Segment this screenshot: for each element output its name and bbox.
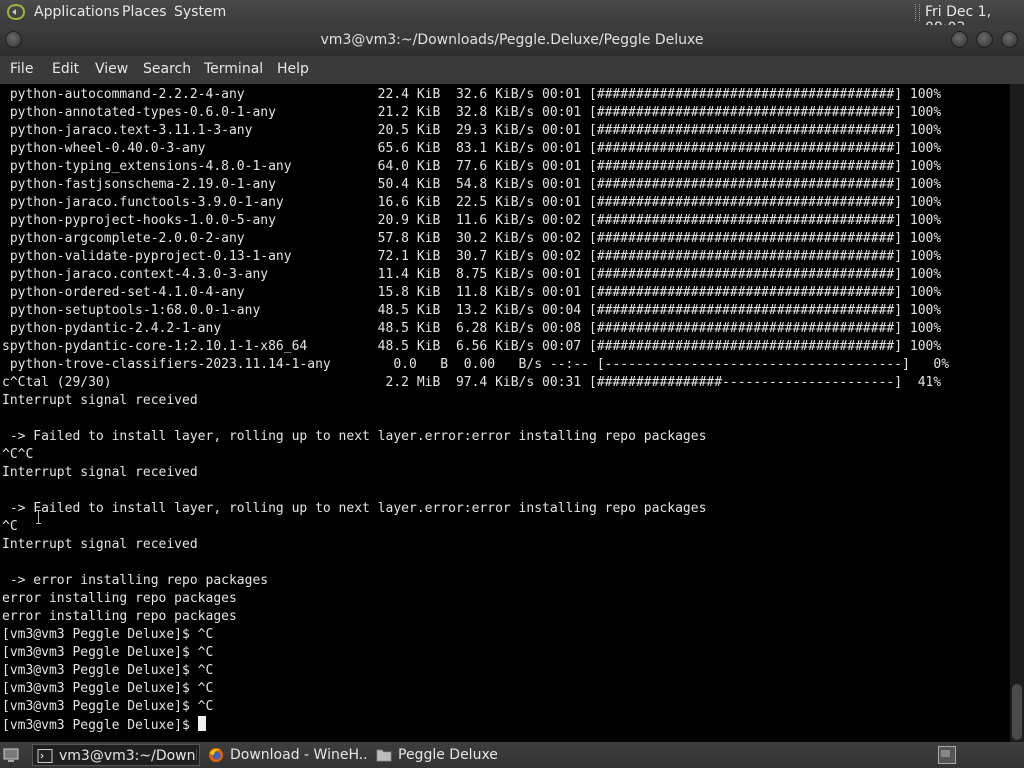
terminal-line: python-argcomplete-2.0.0-2-any 57.8 KiB …	[2, 231, 942, 246]
maximize-button[interactable]	[976, 31, 993, 48]
menu-file[interactable]: File	[10, 61, 33, 77]
terminal-line: python-wheel-0.40.0-3-any 65.6 KiB 83.1 …	[2, 141, 942, 156]
terminal-line: python-fastjsonschema-2.19.0-1-any 50.4 …	[2, 177, 942, 192]
terminal-line: [vm3@vm3 Peggle Deluxe]$ ^C	[2, 627, 214, 642]
scrollbar-thumb[interactable]	[1012, 684, 1022, 740]
terminal-icon	[37, 749, 53, 763]
menu-terminal[interactable]: Terminal	[204, 61, 263, 77]
top-panel: Applications Places System Fri Dec 1, 08…	[0, 0, 1024, 36]
terminal-line: python-validate-pyproject-0.13-1-any 72.…	[2, 249, 942, 264]
folder-icon	[376, 749, 392, 762]
terminal-line: python-autocommand-2.2.2-4-any 22.4 KiB …	[2, 87, 942, 102]
terminal-line: python-jaraco.context-4.3.0-3-any 11.4 K…	[2, 267, 942, 282]
terminal-line: error installing repo packages	[2, 609, 237, 624]
terminal-line: Interrupt signal received	[2, 465, 198, 480]
terminal-line: python-jaraco.functools-3.9.0-1-any 16.6…	[2, 195, 942, 210]
terminal-line: -> Failed to install layer, rolling up t…	[2, 429, 707, 444]
minimize-button[interactable]	[951, 31, 968, 48]
show-desktop-icon	[3, 748, 19, 762]
taskbar-item-terminal[interactable]: vm3@vm3:~/Downl...	[32, 744, 200, 766]
terminal-line: error installing repo packages	[2, 591, 237, 606]
terminal-scrollbar[interactable]	[1010, 84, 1024, 742]
terminal-line: python-pyproject-hooks-1.0.0-5-any 20.9 …	[2, 213, 942, 228]
firefox-icon	[209, 748, 223, 762]
terminal-line: Interrupt signal received	[2, 393, 198, 408]
places-menu[interactable]: Places	[122, 4, 167, 20]
terminal-line: -> Failed to install layer, rolling up t…	[2, 501, 707, 516]
terminal-lines: python-autocommand-2.2.2-4-any 22.4 KiB …	[2, 86, 949, 734]
terminal-output[interactable]: python-autocommand-2.2.2-4-any 22.4 KiB …	[0, 84, 1010, 742]
show-desktop-button[interactable]	[0, 744, 26, 766]
menubar: File Edit View Search Terminal Help	[0, 56, 1024, 84]
bottom-taskbar: vm3@vm3:~/Downl... Download - WineH... P…	[0, 742, 1024, 768]
terminal-line: python-trove-classifiers-2023.11.14-1-an…	[2, 357, 950, 372]
taskbar-item-folder[interactable]: Peggle Deluxe	[372, 744, 532, 766]
terminal-line: python-annotated-types-0.6.0-1-any 21.2 …	[2, 105, 942, 120]
menu-edit[interactable]: Edit	[52, 61, 79, 77]
taskbar-item-browser[interactable]: Download - WineH...	[204, 744, 370, 766]
close-button[interactable]	[1001, 31, 1018, 48]
panel-handle	[915, 4, 920, 21]
window-title: vm3@vm3:~/Downloads/Peggle.Deluxe/Peggle…	[320, 32, 704, 48]
system-menu[interactable]: System	[174, 4, 226, 20]
terminal-line: [vm3@vm3 Peggle Deluxe]$ ^C	[2, 681, 214, 696]
workspace-switcher[interactable]	[936, 744, 958, 766]
menu-view[interactable]: View	[95, 61, 128, 77]
taskbar-item-label: Download - WineH...	[230, 747, 366, 763]
terminal-line: python-typing_extensions-4.8.0-1-any 64.…	[2, 159, 942, 174]
menu-help[interactable]: Help	[277, 61, 309, 77]
shell-prompt: [vm3@vm3 Peggle Deluxe]$	[2, 718, 198, 733]
workspace-icon	[938, 746, 956, 764]
terminal-line: [vm3@vm3 Peggle Deluxe]$ ^C	[2, 699, 214, 714]
terminal-line: python-ordered-set-4.1.0-4-any 15.8 KiB …	[2, 285, 942, 300]
terminal-line: python-setuptools-1:68.0.0-1-any 48.5 Ki…	[2, 303, 942, 318]
terminal-line: spython-pydantic-core-1:2.10.1-1-x86_64 …	[2, 339, 942, 354]
text-cursor-icon	[36, 510, 41, 524]
gnome-foot-icon[interactable]	[6, 3, 26, 21]
terminal-line: [vm3@vm3 Peggle Deluxe]$ ^C	[2, 663, 214, 678]
terminal-line: python-pydantic-2.4.2-1-any 48.5 KiB 6.2…	[2, 321, 942, 336]
applications-menu[interactable]: Applications	[34, 4, 120, 20]
terminal-line: -> error installing repo packages	[2, 573, 269, 588]
taskbar-item-label: Peggle Deluxe	[398, 747, 498, 763]
terminal-line: python-jaraco.text-3.11.1-3-any 20.5 KiB…	[2, 123, 942, 138]
terminal-prompt-line: [vm3@vm3 Peggle Deluxe]$	[2, 716, 949, 734]
terminal-line: [vm3@vm3 Peggle Deluxe]$ ^C	[2, 645, 214, 660]
menu-search[interactable]: Search	[143, 61, 191, 77]
window-titlebar[interactable]: vm3@vm3:~/Downloads/Peggle.Deluxe/Peggle…	[0, 25, 1024, 56]
terminal-line: Interrupt signal received	[2, 537, 198, 552]
terminal-line: ^C	[2, 519, 18, 534]
taskbar-item-label: vm3@vm3:~/Downl...	[59, 748, 197, 764]
terminal-line: ^C^C	[2, 447, 34, 462]
block-cursor	[197, 716, 206, 731]
terminal-line: c^Ctal (29/30) 2.2 MiB 97.4 KiB/s 00:31 …	[2, 375, 942, 390]
